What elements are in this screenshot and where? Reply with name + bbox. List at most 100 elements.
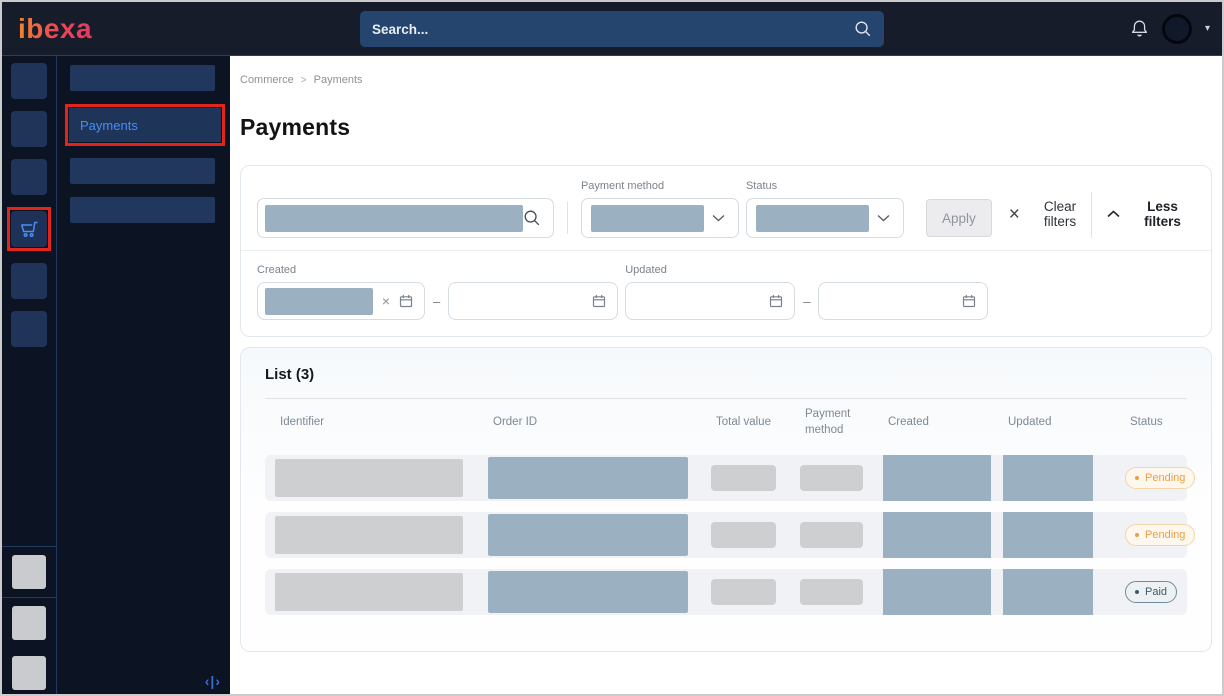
notification-bell-icon[interactable] bbox=[1130, 19, 1149, 39]
redacted-identifier bbox=[275, 516, 463, 554]
less-filters-button[interactable]: Less filters bbox=[1107, 199, 1195, 229]
divider bbox=[2, 597, 56, 598]
table-body: Pending Pending bbox=[265, 455, 1187, 615]
redacted-created bbox=[883, 512, 991, 558]
list-title: List (3) bbox=[265, 366, 1187, 383]
sidebar-item-placeholder[interactable] bbox=[11, 263, 47, 299]
redacted-order-id bbox=[488, 457, 688, 499]
submenu-item-label: Payments bbox=[80, 118, 138, 133]
sidebar-bottom-item[interactable] bbox=[12, 656, 46, 690]
redacted-search-value bbox=[265, 205, 523, 232]
redacted-updated bbox=[1003, 512, 1093, 558]
redacted-total-value bbox=[711, 522, 776, 548]
created-range-field: Created × bbox=[257, 264, 618, 320]
sidebar-item-placeholder[interactable] bbox=[11, 111, 47, 147]
clear-filters-button[interactable]: × Clear filters bbox=[1009, 199, 1091, 229]
redacted-updated bbox=[1003, 455, 1093, 501]
created-label: Created bbox=[257, 264, 618, 276]
shopping-cart-icon bbox=[17, 217, 41, 241]
status-badge: Pending bbox=[1125, 524, 1195, 546]
page-title: Payments bbox=[240, 114, 1212, 141]
redacted-payment-method bbox=[800, 465, 863, 491]
main-content: Commerce > Payments Payments bbox=[230, 56, 1222, 694]
search-input[interactable] bbox=[372, 22, 854, 37]
table-row[interactable]: Pending bbox=[265, 455, 1187, 501]
global-search[interactable] bbox=[360, 11, 884, 47]
redacted-created bbox=[883, 455, 991, 501]
search-icon[interactable] bbox=[523, 209, 541, 227]
calendar-icon[interactable] bbox=[961, 293, 977, 309]
payment-method-select[interactable] bbox=[581, 198, 739, 238]
breadcrumb-separator: > bbox=[301, 75, 307, 86]
table-row[interactable]: Pending bbox=[265, 512, 1187, 558]
range-dash: – bbox=[803, 294, 810, 309]
redacted-identifier bbox=[275, 573, 463, 611]
payment-method-field: Payment method bbox=[581, 180, 739, 238]
divider bbox=[265, 398, 1187, 399]
breadcrumb-item-payments[interactable]: Payments bbox=[314, 74, 363, 86]
redacted-payment-method bbox=[800, 579, 863, 605]
main-sidebar bbox=[2, 56, 57, 694]
range-dash: – bbox=[433, 294, 440, 309]
submenu-item-payments[interactable]: Payments bbox=[69, 108, 221, 142]
breadcrumb-item-commerce[interactable]: Commerce bbox=[240, 74, 294, 86]
redacted-updated bbox=[1003, 569, 1093, 615]
annotation-box-payments: Payments bbox=[65, 104, 225, 146]
calendar-icon[interactable] bbox=[591, 293, 607, 309]
redacted-total-value bbox=[711, 579, 776, 605]
redacted-order-id bbox=[488, 514, 688, 556]
clear-date-icon[interactable]: × bbox=[382, 293, 390, 309]
updated-to-input[interactable] bbox=[818, 282, 988, 320]
sidebar-item-placeholder[interactable] bbox=[11, 159, 47, 195]
chevron-up-icon bbox=[1107, 210, 1120, 218]
submenu-item-placeholder[interactable] bbox=[70, 65, 215, 91]
chevron-down-icon bbox=[877, 214, 890, 222]
column-header-identifier: Identifier bbox=[280, 415, 493, 431]
status-badge: Pending bbox=[1125, 467, 1195, 489]
sidebar-bottom-item[interactable] bbox=[12, 606, 46, 640]
ibexa-logo[interactable]: ibexa bbox=[18, 13, 92, 45]
submenu-item-placeholder[interactable] bbox=[70, 158, 215, 184]
user-menu-caret-icon[interactable]: ▾ bbox=[1205, 23, 1210, 34]
redacted-select-value bbox=[756, 205, 869, 232]
column-header-order-id: Order ID bbox=[493, 415, 716, 431]
close-icon: × bbox=[1009, 205, 1020, 224]
sidebar-bottom bbox=[2, 546, 56, 694]
submenu-item-placeholder[interactable] bbox=[70, 197, 215, 223]
column-header-payment-method: Payment method bbox=[805, 407, 888, 438]
filters-panel: Payment method Status bbox=[240, 165, 1212, 337]
payments-list-panel: List (3) Identifier Order ID Total value… bbox=[240, 347, 1212, 652]
redacted-order-id bbox=[488, 571, 688, 613]
redacted-total-value bbox=[711, 465, 776, 491]
updated-range-field: Updated bbox=[625, 264, 988, 320]
calendar-icon[interactable] bbox=[398, 293, 414, 309]
updated-from-input[interactable] bbox=[625, 282, 795, 320]
calendar-icon[interactable] bbox=[768, 293, 784, 309]
sidebar-bottom-item[interactable] bbox=[12, 555, 46, 589]
status-label: Status bbox=[746, 180, 904, 192]
topbar-right: ▾ bbox=[1130, 2, 1210, 55]
table-header: Identifier Order ID Total value Payment … bbox=[265, 401, 1187, 445]
table-row[interactable]: Paid bbox=[265, 569, 1187, 615]
created-to-input[interactable] bbox=[448, 282, 618, 320]
less-filters-label: Less filters bbox=[1130, 199, 1195, 229]
divider bbox=[1091, 192, 1092, 238]
apply-button[interactable]: Apply bbox=[926, 199, 992, 237]
created-from-input[interactable]: × bbox=[257, 282, 425, 320]
redacted-identifier bbox=[275, 459, 463, 497]
status-select[interactable] bbox=[746, 198, 904, 238]
search-icon[interactable] bbox=[854, 20, 872, 38]
column-header-status: Status bbox=[1130, 415, 1187, 431]
clear-filters-label: Clear filters bbox=[1029, 199, 1091, 229]
redacted-payment-method bbox=[800, 522, 863, 548]
sidebar-item-placeholder[interactable] bbox=[11, 311, 47, 347]
topbar: ibexa ▾ bbox=[2, 2, 1222, 55]
user-avatar[interactable] bbox=[1162, 14, 1192, 44]
column-header-updated: Updated bbox=[1008, 415, 1130, 431]
sidebar-collapse-icon[interactable]: ‹|› bbox=[205, 673, 221, 689]
filter-search-input[interactable] bbox=[257, 198, 554, 238]
status-badge: Paid bbox=[1125, 581, 1177, 603]
sidebar-item-placeholder[interactable] bbox=[11, 63, 47, 99]
sidebar-item-commerce[interactable] bbox=[11, 211, 47, 247]
commerce-submenu: Payments ‹|› bbox=[57, 56, 230, 694]
